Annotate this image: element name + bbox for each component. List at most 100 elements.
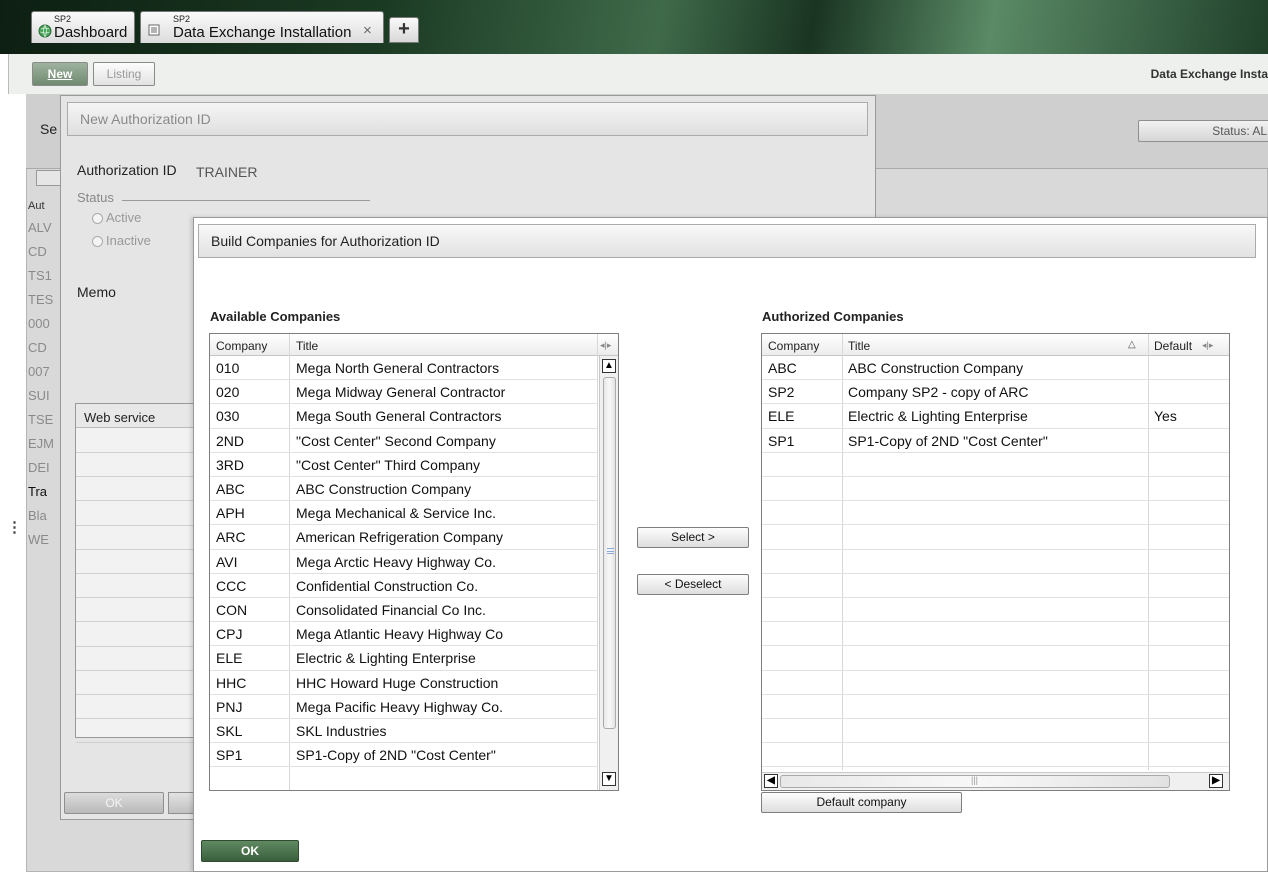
column-header-company[interactable]: Company: [768, 339, 819, 353]
column-header-default[interactable]: Default: [1154, 339, 1192, 353]
table-row[interactable]: HHC HHC Howard Huge Construction: [210, 671, 598, 695]
company-title-cell: Electric & Lighting Enterprise: [848, 408, 1028, 425]
listing-button[interactable]: Listing: [93, 62, 155, 86]
company-title-cell: ABC Construction Company: [848, 360, 1024, 376]
table-row[interactable]: 030 Mega South General Contractors: [210, 404, 598, 428]
scroll-right-icon[interactable]: ▶: [1209, 774, 1223, 788]
column-header-title[interactable]: Title: [296, 339, 318, 353]
list-item[interactable]: CD: [28, 244, 47, 259]
scroll-thumb[interactable]: |||: [780, 775, 1170, 788]
column-header-title[interactable]: Title: [848, 339, 870, 353]
splitter-grip-icon[interactable]: ⋮: [7, 518, 22, 536]
table-row[interactable]: ELE Electric & Lighting Enterprise Yes: [762, 404, 1229, 428]
toolbar: New Listing Data Exchange Insta: [8, 54, 1268, 94]
table-row[interactable]: PNJ Mega Pacific Heavy Highway Co.: [210, 695, 598, 719]
authorization-id-label: Authorization ID: [77, 162, 177, 178]
list-item[interactable]: Bla: [28, 508, 47, 523]
tab-dashboard-label: Dashboard: [54, 24, 128, 41]
row-divider: [762, 669, 1229, 671]
company-code-cell: SP2: [768, 384, 795, 401]
default-company-button-label: Default company: [816, 795, 907, 809]
build-companies-title: Build Companies for Authorization ID: [211, 233, 440, 249]
table-row[interactable]: AVI Mega Arctic Heavy Highway Co.: [210, 550, 598, 574]
column-resize-icon[interactable]: ◂|▸: [1202, 340, 1213, 351]
company-code-cell: ELE: [216, 650, 243, 667]
active-radio[interactable]: [92, 213, 103, 224]
web-service-column-label: Web service: [84, 410, 156, 425]
list-item[interactable]: WE: [28, 532, 49, 547]
tab-dashboard-company: SP2: [54, 14, 72, 24]
inactive-radio[interactable]: [92, 236, 103, 247]
table-row[interactable]: CCC Confidential Construction Co.: [210, 574, 598, 598]
app-title: Data Exchange Insta: [1150, 67, 1268, 81]
company-title-cell: Mega Midway General Contractor: [296, 384, 506, 401]
background-heading: Se: [40, 121, 58, 137]
table-row[interactable]: ABC ABC Construction Company: [210, 477, 598, 501]
select-button[interactable]: Select >: [637, 527, 749, 548]
new-tab-button[interactable]: +: [389, 17, 419, 43]
dashboard-globe-icon: [38, 24, 52, 38]
company-title-cell: Company SP2 - copy of ARC: [848, 384, 1029, 401]
table-row[interactable]: 3RD "Cost Center" Third Company: [210, 453, 598, 477]
row-divider: [762, 621, 1229, 623]
row-divider: [76, 645, 194, 647]
list-item[interactable]: DEI: [28, 460, 50, 475]
company-code-cell: CON: [216, 602, 248, 618]
close-icon[interactable]: ×: [363, 22, 372, 39]
table-row[interactable]: CPJ Mega Atlantic Heavy Highway Co: [210, 622, 598, 646]
deselect-button[interactable]: < Deselect: [637, 574, 749, 595]
available-vertical-scrollbar[interactable]: ▲ ▼: [599, 356, 618, 790]
table-row[interactable]: CON Consolidated Financial Co Inc.: [210, 598, 598, 622]
tab-die-company: SP2: [173, 14, 191, 24]
list-item[interactable]: TSE: [28, 412, 53, 427]
column-resize-icon[interactable]: ◂|▸: [600, 340, 611, 351]
scroll-down-icon[interactable]: ▼: [602, 772, 616, 786]
authorized-grid-header: Company Title △ Default ◂|▸: [762, 334, 1229, 356]
authorized-companies-grid[interactable]: Company Title △ Default ◂|▸ ABC ABC Const…: [761, 333, 1230, 791]
row-divider: [762, 742, 1229, 744]
list-item[interactable]: 007: [28, 364, 50, 379]
row-divider: [76, 597, 194, 599]
list-item[interactable]: 000: [28, 316, 50, 331]
new-button[interactable]: New: [32, 62, 88, 86]
table-row[interactable]: 010 Mega North General Contractors: [210, 356, 598, 380]
list-item[interactable]: EJM: [28, 436, 54, 451]
tab-data-exchange-installation[interactable]: SP2 Data Exchange Installation ×: [140, 11, 384, 43]
scroll-left-icon[interactable]: ◀: [764, 774, 778, 788]
new-authorization-ok-button[interactable]: OK: [64, 792, 164, 814]
list-item[interactable]: TS1: [28, 268, 52, 283]
company-title-cell: Mega Arctic Heavy Highway Co.: [296, 553, 496, 570]
company-code-cell: AVI: [216, 553, 238, 570]
status-filter-button[interactable]: Status: AL: [1138, 120, 1268, 142]
row-divider: [76, 524, 194, 526]
list-item[interactable]: CD: [28, 340, 47, 355]
default-company-button[interactable]: Default company: [761, 792, 962, 813]
authorized-horizontal-scrollbar[interactable]: ◀ ||| ▶: [762, 772, 1229, 790]
column-header-company[interactable]: Company: [216, 339, 267, 353]
table-row[interactable]: 2ND "Cost Center" Second Company: [210, 429, 598, 453]
row-divider: [762, 524, 1229, 526]
tab-dashboard[interactable]: SP2 Dashboard: [31, 11, 135, 43]
table-row[interactable]: ELE Electric & Lighting Enterprise: [210, 646, 598, 670]
company-title-cell: SP1-Copy of 2ND "Cost Center": [296, 747, 496, 764]
sort-ascending-icon[interactable]: △: [1128, 339, 1136, 350]
table-row[interactable]: ARC American Refrigeration Company: [210, 525, 598, 549]
list-item[interactable]: SUI: [28, 388, 50, 403]
table-row[interactable]: SP1 SP1-Copy of 2ND "Cost Center": [762, 429, 1229, 453]
list-item[interactable]: ALV: [28, 220, 52, 235]
table-row[interactable]: SP2 Company SP2 - copy of ARC: [762, 380, 1229, 404]
table-row[interactable]: 020 Mega Midway General Contractor: [210, 380, 598, 404]
company-code-cell: ABC: [216, 481, 245, 497]
inactive-radio-label: Inactive: [106, 233, 151, 248]
table-row[interactable]: SKL SKL Industries: [210, 719, 598, 743]
scroll-thumb[interactable]: [603, 377, 616, 729]
list-item[interactable]: TES: [28, 292, 53, 307]
table-row[interactable]: SP1 SP1-Copy of 2ND "Cost Center": [210, 743, 598, 767]
scroll-up-icon[interactable]: ▲: [602, 359, 616, 373]
ok-button[interactable]: OK: [201, 840, 299, 862]
table-row[interactable]: ABC ABC Construction Company: [762, 356, 1229, 380]
table-row[interactable]: APH Mega Mechanical & Service Inc.: [210, 501, 598, 525]
available-companies-grid[interactable]: Company Title ◂|▸ 010 Mega North General …: [209, 333, 619, 791]
available-grid-header: Company Title ◂|▸: [210, 334, 618, 356]
list-item-selected[interactable]: Tra: [28, 484, 47, 499]
